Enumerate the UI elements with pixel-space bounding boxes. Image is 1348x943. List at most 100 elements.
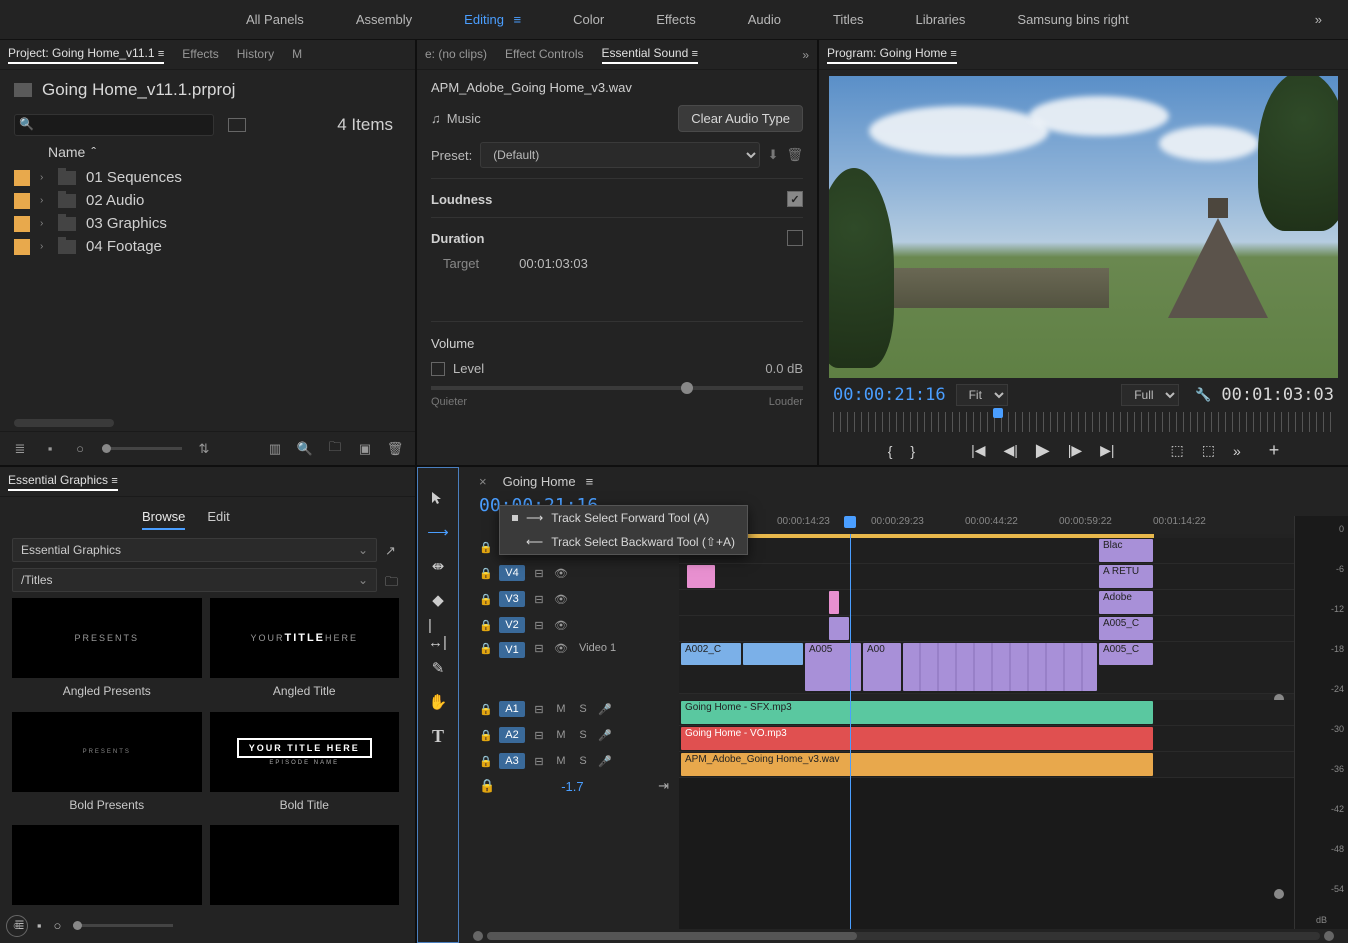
workspace-tab[interactable]: Effects — [650, 12, 702, 27]
timeline-ruler[interactable]: 00:00 00:00:14:23 00:00:29:23 00:00:44:2… — [679, 516, 1294, 534]
track-resize-handle[interactable] — [1274, 889, 1284, 899]
program-timecode[interactable]: 00:00:21:16 — [833, 385, 946, 405]
hamburger-icon[interactable]: ≡ — [510, 12, 521, 27]
clip[interactable] — [903, 643, 1097, 691]
history-tab[interactable]: History — [237, 47, 274, 63]
mute-icon[interactable]: M — [553, 703, 569, 715]
preset-dropdown[interactable]: (Default) — [480, 142, 759, 168]
essential-graphics-tab[interactable]: Essential Graphics ≡ — [8, 473, 118, 491]
voiceover-icon[interactable]: 🎤 — [597, 729, 613, 742]
sync-lock-icon[interactable]: ⊟ — [531, 567, 547, 580]
level-checkbox[interactable] — [431, 362, 445, 376]
workspace-tab-editing[interactable]: Editing ≡ — [458, 12, 527, 27]
hamburger-icon[interactable]: ≡ — [158, 48, 164, 60]
go-to-out-button[interactable]: ▶| — [1100, 442, 1114, 459]
video-track[interactable]: A002_C A005 A00 A005_C — [679, 642, 1294, 694]
expand-icon[interactable]: ⇥ — [658, 778, 669, 794]
zoom-slider[interactable] — [102, 447, 182, 450]
track-select-forward-item[interactable]: ⟶Track Select Forward Tool (A) — [500, 506, 747, 530]
close-icon[interactable]: × — [479, 474, 487, 489]
chevron-right-icon[interactable]: › — [40, 195, 48, 206]
zoom-icon[interactable]: ○ — [54, 918, 62, 933]
clip[interactable]: A005_C — [1099, 617, 1153, 640]
mute-icon[interactable]: M — [553, 729, 569, 741]
list-view-icon[interactable]: ≣ — [12, 441, 28, 457]
video-track[interactable]: Adobe — [679, 590, 1294, 616]
video-track[interactable]: A RETU — [679, 564, 1294, 590]
video-track-header[interactable]: 🔒V4⊟👁 — [459, 560, 679, 586]
video-track-header[interactable]: 🔒V3⊟👁 — [459, 586, 679, 612]
type-tool[interactable]: T — [428, 726, 448, 746]
mogrt-item[interactable]: YOUR TITLE HERE Angled Title — [210, 598, 400, 704]
program-viewport[interactable] — [829, 76, 1338, 378]
library-dropdown[interactable]: Essential Graphics — [12, 538, 377, 562]
sync-lock-icon[interactable]: ⊟ — [531, 619, 547, 632]
track-select-backward-item[interactable]: ⟵Track Select Backward Tool (⇧+A) — [500, 530, 747, 554]
workspace-tab[interactable]: Libraries — [910, 12, 972, 27]
selection-tool[interactable] — [428, 488, 448, 508]
clip[interactable]: Blac — [1099, 539, 1153, 562]
mark-in-button[interactable]: { — [888, 443, 893, 459]
creative-cloud-icon[interactable]: ⊚ — [6, 915, 28, 937]
voiceover-icon[interactable]: 🎤 — [597, 703, 613, 716]
folder-dropdown[interactable]: /Titles — [12, 568, 377, 592]
workspace-tab[interactable]: All Panels — [240, 12, 310, 27]
lift-button[interactable]: ⬚ — [1171, 442, 1184, 459]
zoom-dropdown[interactable]: Fit — [956, 384, 1008, 406]
chevron-right-icon[interactable]: › — [40, 218, 48, 229]
storyboard-icon[interactable] — [228, 118, 246, 132]
solo-icon[interactable]: S — [575, 729, 591, 741]
clip[interactable]: APM_Adobe_Going Home_v3.wav — [681, 753, 1153, 776]
mogrt-item[interactable] — [210, 825, 400, 911]
workspace-tab[interactable]: Samsung bins right — [1011, 12, 1134, 27]
effects-tab[interactable]: Effects — [182, 47, 218, 63]
voiceover-icon[interactable]: 🎤 — [597, 755, 613, 768]
level-value[interactable]: 0.0 dB — [765, 361, 803, 376]
lock-icon[interactable]: 🔒 — [479, 541, 493, 554]
button-editor-icon[interactable]: + — [1269, 440, 1280, 461]
timeline-tracks-area[interactable]: 00:00 00:00:14:23 00:00:29:23 00:00:44:2… — [679, 516, 1294, 929]
chevron-right-icon[interactable]: › — [40, 241, 48, 252]
program-ruler[interactable] — [833, 412, 1334, 432]
hand-tool[interactable]: ✋ — [428, 692, 448, 712]
project-search-input[interactable] — [14, 114, 214, 136]
razor-tool[interactable]: ◆ — [428, 590, 448, 610]
hamburger-icon[interactable]: ≡ — [692, 48, 698, 60]
clip[interactable]: A002_C — [681, 643, 741, 665]
volume-section-header[interactable]: Volume — [431, 336, 474, 351]
duration-checkbox[interactable]: ✓ — [787, 230, 803, 246]
icon-view-icon[interactable]: ▪ — [42, 441, 58, 457]
clip[interactable]: A005 — [805, 643, 861, 691]
eye-icon[interactable]: 👁 — [553, 567, 569, 580]
lock-icon[interactable]: 🔒 — [479, 619, 493, 632]
ripple-edit-tool[interactable]: ⇼ — [428, 556, 448, 576]
lock-icon[interactable]: 🔒 — [479, 755, 493, 768]
clip[interactable]: Going Home - SFX.mp3 — [681, 701, 1153, 724]
bin-item[interactable]: ›03 Graphics — [8, 212, 407, 235]
eye-icon[interactable]: 👁 — [553, 593, 569, 606]
clip[interactable]: Going Home - VO.mp3 — [681, 727, 1153, 750]
workspace-tab[interactable]: Color — [567, 12, 610, 27]
solo-icon[interactable]: S — [575, 755, 591, 767]
zoom-out-handle[interactable] — [473, 931, 483, 941]
clip[interactable] — [687, 565, 715, 588]
workspace-tab[interactable]: Assembly — [350, 12, 418, 27]
workspace-tab[interactable]: Audio — [742, 12, 787, 27]
hamburger-icon[interactable]: ≡ — [950, 48, 956, 60]
new-item-icon[interactable]: ▣ — [357, 441, 373, 457]
source-noclips-tab[interactable]: e: (no clips) — [425, 47, 487, 63]
clear-audio-type-button[interactable]: Clear Audio Type — [678, 105, 803, 132]
browse-tab[interactable]: Browse — [142, 509, 185, 530]
sync-lock-icon[interactable]: ⊟ — [531, 642, 547, 655]
clip[interactable]: A RETU — [1099, 565, 1153, 588]
sync-lock-icon[interactable]: ⊟ — [531, 755, 547, 768]
eye-icon[interactable]: 👁 — [553, 642, 569, 655]
sync-offset[interactable]: -1.7 — [561, 779, 583, 794]
play-button[interactable]: ▶ — [1036, 440, 1050, 461]
chevron-right-icon[interactable]: › — [40, 172, 48, 183]
overflow-icon[interactable]: » — [1309, 12, 1328, 27]
step-forward-button[interactable]: |▶ — [1068, 442, 1082, 459]
project-tab[interactable]: Project: Going Home_v11.1 ≡ — [8, 46, 164, 64]
sync-lock-icon[interactable]: ⊟ — [531, 703, 547, 716]
settings-icon[interactable]: 🔧 — [1195, 387, 1211, 403]
